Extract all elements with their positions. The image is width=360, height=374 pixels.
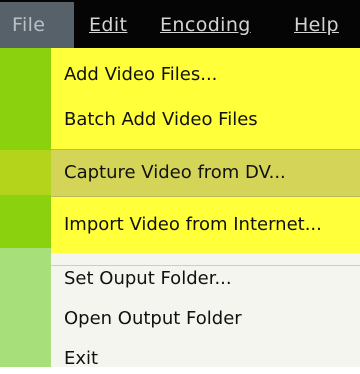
menu-item-set-output-folder[interactable]: Set Ouput Folder... (64, 264, 232, 294)
menu-item-add-video-files[interactable]: Add Video Files... (64, 60, 217, 90)
file-dropdown-menu: Add Video Files... Batch Add Video Files… (0, 48, 360, 369)
menu-icon-gutter (0, 48, 51, 367)
menu-item-capture-video-from-dv[interactable]: Capture Video from DV... (64, 158, 286, 188)
menu-item-import-video-from-internet[interactable]: Import Video from Internet... (64, 210, 322, 240)
menu-help[interactable]: Help (294, 11, 339, 39)
menu-file[interactable]: File (0, 2, 74, 48)
menu-item-label: Exit (64, 348, 99, 369)
menu-file-label: File (12, 14, 46, 36)
menu-item-label: Add Video Files... (64, 64, 218, 85)
menu-edit-label: Edit (89, 14, 128, 36)
menu-encoding[interactable]: Encoding (160, 11, 251, 39)
menu-help-label: Help (294, 14, 339, 36)
menu-item-label: Set Ouput Folder... (64, 268, 232, 289)
menu-edit[interactable]: Edit (89, 11, 127, 39)
menu-item-open-output-folder[interactable]: Open Output Folder (64, 304, 242, 334)
menu-item-batch-add-video-files[interactable]: Batch Add Video Files (64, 105, 258, 135)
menu-item-label: Open Output Folder (64, 308, 242, 329)
menu-encoding-label: Encoding (160, 14, 251, 36)
menu-item-label: Import Video from Internet... (64, 214, 322, 235)
menu-bar: File Edit Encoding Help (0, 0, 360, 48)
gutter-highlight-row (0, 150, 51, 195)
menu-item-label: Capture Video from DV... (64, 162, 286, 183)
menu-item-label: Batch Add Video Files (64, 109, 258, 130)
menu-item-exit[interactable]: Exit (64, 344, 98, 374)
gutter-highlight-top (0, 48, 51, 248)
